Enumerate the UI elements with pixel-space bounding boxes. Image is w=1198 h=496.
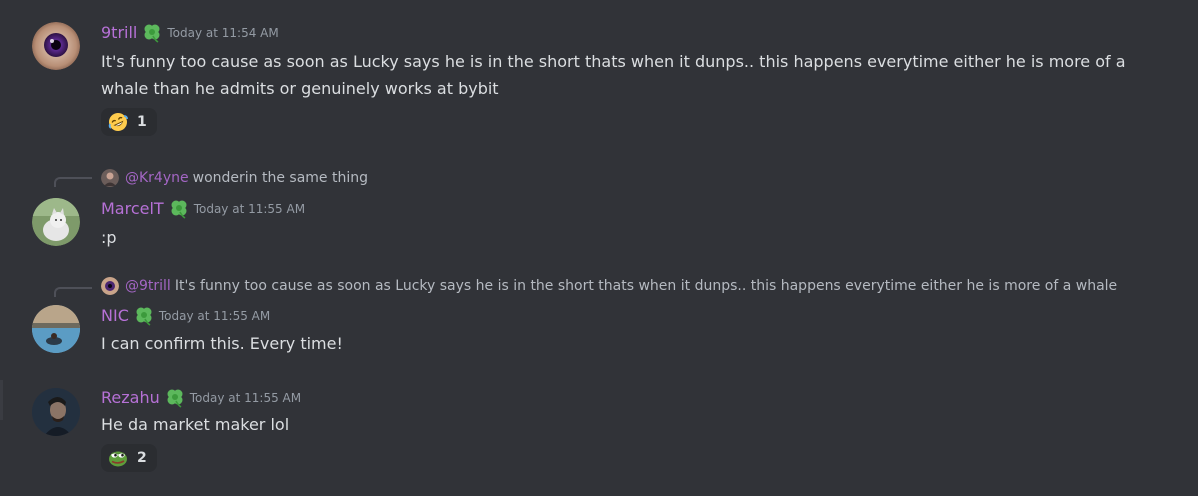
message-text: It's funny too cause as soon as Lucky sa… — [101, 52, 1126, 98]
message-text: He da market maker lol — [101, 415, 290, 434]
chat-messages: 9trill Today at 11:54 AM It's funny too … — [0, 0, 1198, 496]
reply-avatar[interactable] — [101, 169, 119, 187]
reply-preview[interactable]: @9trill It's funny too cause as soon as … — [101, 276, 1163, 296]
timestamp: Today at 11:54 AM — [167, 26, 279, 40]
clover-icon[interactable] — [168, 198, 190, 220]
reaction-button[interactable]: 1 — [101, 108, 157, 136]
clover-icon[interactable] — [133, 305, 155, 327]
timestamp: Today at 11:55 AM — [193, 202, 306, 216]
reply-preview[interactable]: @Kr4yne wonderin the same thing — [101, 168, 1163, 188]
message-nic: @9trill It's funny too cause as soon as … — [0, 270, 1198, 370]
reply-text[interactable]: It's funny too cause as soon as Lucky sa… — [175, 278, 1117, 294]
username[interactable]: NIC — [101, 305, 129, 327]
username[interactable]: MarcelT — [101, 198, 164, 220]
message-marcelt: @Kr4yne wonderin the same thing MarcelT — [0, 160, 1198, 260]
avatar[interactable] — [32, 388, 80, 436]
message-9trill: 9trill Today at 11:54 AM It's funny too … — [0, 0, 1198, 150]
timestamp: Today at 11:55 AM — [189, 391, 302, 405]
reply-username[interactable]: @Kr4yne — [125, 170, 189, 186]
username[interactable]: 9trill — [101, 22, 137, 44]
reaction-count: 1 — [137, 114, 147, 130]
reply-avatar[interactable] — [101, 277, 119, 295]
message-text: :p — [101, 228, 117, 247]
message-rezahu: Rezahu Today at 11:55 AM He da market ma… — [0, 375, 1198, 496]
clover-icon[interactable] — [164, 387, 186, 409]
reply-text[interactable]: wonderin the same thing — [193, 170, 368, 186]
timestamp: Today at 11:55 AM — [158, 309, 271, 323]
avatar[interactable] — [32, 198, 80, 246]
reaction-count: 2 — [137, 450, 147, 466]
reply-connector — [54, 287, 92, 297]
avatar[interactable] — [32, 305, 80, 353]
avatar[interactable] — [32, 22, 80, 70]
username[interactable]: Rezahu — [101, 387, 160, 409]
reaction-button[interactable]: 2 — [101, 444, 157, 472]
rofl-emoji-icon — [108, 112, 128, 132]
reply-connector — [54, 177, 92, 187]
clover-icon[interactable] — [141, 22, 163, 44]
message-text: I can confirm this. Every time! — [101, 334, 343, 353]
pepe-emoji-icon — [108, 448, 128, 468]
reply-username[interactable]: @9trill — [125, 278, 171, 294]
hover-indicator — [0, 380, 3, 420]
